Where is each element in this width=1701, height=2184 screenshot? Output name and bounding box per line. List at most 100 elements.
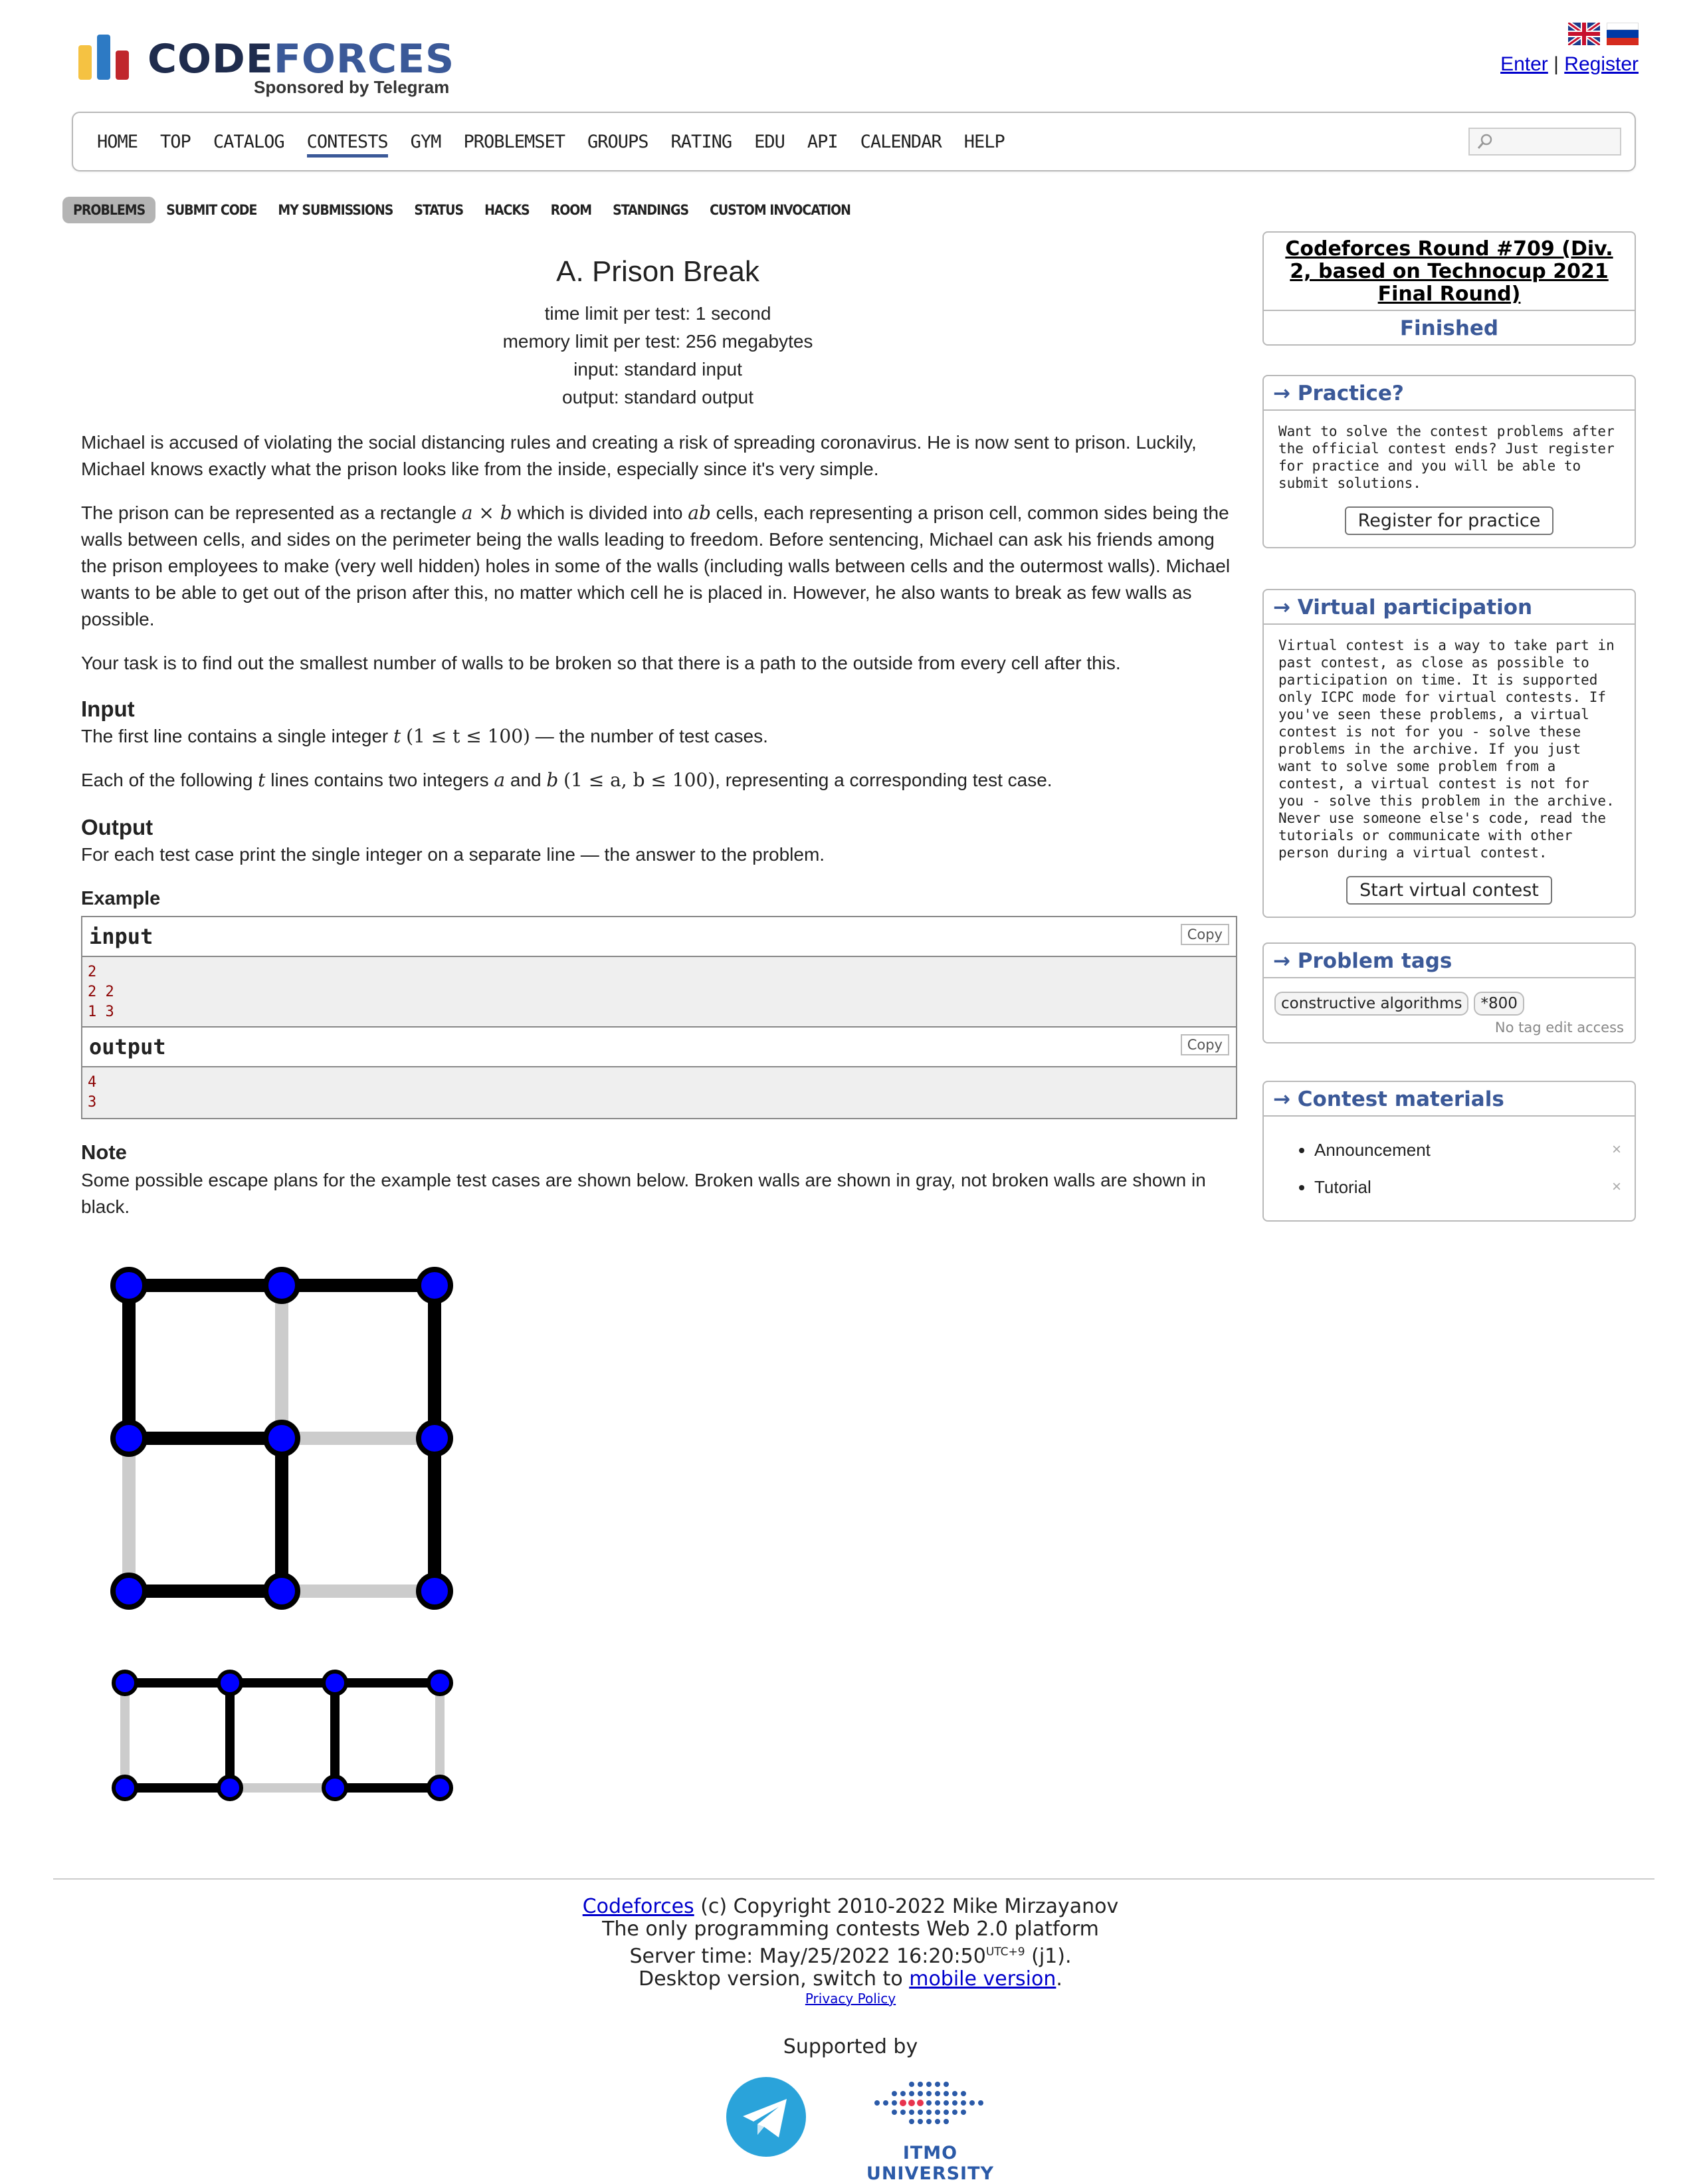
menu-item-edu[interactable]: EDU (754, 132, 785, 158)
menu-item-problemset[interactable]: PROBLEMSET (463, 132, 565, 158)
main-menu: HOME TOP CATALOG CONTESTS GYM PROBLEMSET GROUP… (72, 112, 1636, 171)
register-for-practice-button[interactable]: Register for practice (1344, 506, 1554, 535)
itmo-label: ITMO UNIVERSITY (866, 2143, 995, 2184)
itmo-dot (944, 2091, 949, 2096)
sample-test: input Copy 2 2 2 1 3 output Copy 4 3 (81, 916, 1237, 1119)
itmo-dot (961, 2110, 966, 2115)
itmo-dot (961, 2091, 966, 2096)
russian-flag-icon[interactable] (1607, 23, 1639, 45)
material-link[interactable]: Tutorial (1314, 1177, 1371, 1197)
privacy-policy-link[interactable]: Privacy Policy (805, 1991, 896, 2007)
material-close-icon[interactable]: × (1612, 1131, 1621, 1168)
material-item: Announcement × (1314, 1131, 1621, 1168)
itmo-dot (952, 2100, 957, 2106)
menu-item-calendar[interactable]: CALENDAR (860, 132, 942, 158)
itmo-dot (978, 2100, 983, 2106)
in2-math-b: b (546, 769, 559, 791)
tags-note: No tag edit access (1494, 1020, 1624, 1036)
input-file: input: standard input (573, 359, 742, 380)
footer-copyright: (c) Copyright 2010-2022 Mike Mirzayanov (694, 1895, 1119, 1918)
itmo-dot (961, 2100, 966, 2106)
tab-status[interactable]: STATUS (403, 197, 474, 223)
in2-text-b: lines contains two integers (265, 770, 494, 790)
search-icon (1477, 134, 1492, 149)
search-input[interactable] (1468, 128, 1621, 156)
p2-text-b: which is divided into (512, 502, 688, 523)
copy-input-button[interactable]: Copy (1180, 924, 1229, 945)
menu-item-groups[interactable]: GROUPS (587, 132, 649, 158)
tab-problems[interactable]: PROBLEMS (62, 197, 156, 223)
itmo-dot (969, 2100, 975, 2106)
tab-standings[interactable]: STANDINGS (602, 197, 699, 223)
time-limit: time limit per test: 1 second (544, 303, 771, 324)
footer-tagline: The only programming contests Web 2.0 pl… (602, 1917, 1099, 1941)
itmo-dot (944, 2119, 949, 2124)
output-heading: Output (81, 815, 153, 839)
itmo-dot (900, 2110, 906, 2115)
practice-text: Want to solve the contest problems after… (1278, 423, 1615, 491)
material-close-icon[interactable]: × (1612, 1168, 1621, 1206)
itmo-logo[interactable]: ITMO UNIVERSITY (844, 2076, 1017, 2184)
in2-math-a: a (494, 769, 506, 791)
menu-item-top[interactable]: TOP (160, 132, 191, 158)
footer-codeforces-link[interactable]: Codeforces (583, 1895, 694, 1918)
register-link[interactable]: Register (1564, 53, 1639, 75)
mobile-version-link[interactable]: mobile version (909, 1967, 1056, 1991)
tab-hacks[interactable]: HACKS (474, 197, 540, 223)
tab-my-submissions[interactable]: MY SUBMISSIONS (267, 197, 403, 223)
itmo-dot (874, 2100, 880, 2106)
telegram-logo-icon[interactable] (726, 2076, 807, 2161)
itmo-dot (892, 2100, 897, 2106)
menu-item-api[interactable]: API (807, 132, 839, 158)
problem-tag[interactable]: constructive algorithms (1274, 992, 1469, 1016)
sample-input-label: input (89, 924, 153, 949)
desktop-version-text: Desktop version, switch to (639, 1967, 910, 1991)
p2-text-a: The prison can be represented as a recta… (81, 502, 462, 523)
materials-title: → Contest materials (1264, 1082, 1635, 1117)
itmo-dot (926, 2082, 932, 2087)
contest-name-link[interactable]: Codeforces Round #709 (Div. 2, based on … (1285, 237, 1613, 306)
contest-materials-box: → Contest materials Announcement × Tutoria… (1262, 1081, 1636, 1222)
footer-divider (53, 1878, 1654, 1880)
english-flag-icon[interactable] (1568, 23, 1600, 45)
in1-math-t: t (393, 725, 401, 747)
sample-output-label: output (89, 1034, 166, 1059)
material-link[interactable]: Announcement (1314, 1140, 1431, 1160)
menu-item-gym[interactable]: GYM (411, 132, 442, 158)
logo-text-forces: FORCES (273, 36, 455, 82)
copy-output-button[interactable]: Copy (1180, 1034, 1229, 1055)
menu-item-contests[interactable]: CONTESTS (306, 132, 389, 158)
output-file: output: standard output (562, 387, 753, 407)
problem-tags-box: → Problem tags constructive algorithms *8… (1262, 942, 1636, 1043)
enter-link[interactable]: Enter (1500, 53, 1548, 75)
itmo-dot (935, 2119, 940, 2124)
itmo-dot (908, 2100, 915, 2106)
menu-item-help[interactable]: HELP (964, 132, 1005, 158)
problem-tag[interactable]: *800 (1474, 992, 1524, 1016)
menu-item-rating[interactable]: RATING (671, 132, 733, 158)
itmo-dot (909, 2110, 914, 2115)
itmo-dot (883, 2100, 888, 2106)
tab-room[interactable]: ROOM (540, 197, 602, 223)
contest-tabs: PROBLEMS SUBMIT CODE MY SUBMISSIONS STATUS H… (62, 197, 861, 223)
contest-info-box: Codeforces Round #709 (Div. 2, based on … (1262, 231, 1636, 346)
menu-item-home[interactable]: HOME (97, 132, 138, 158)
itmo-dot (900, 2091, 906, 2096)
itmo-dot (918, 2091, 923, 2096)
tab-custom-invocation[interactable]: CUSTOM INVOCATION (699, 197, 861, 223)
codeforces-logo[interactable]: CODEFORCES Sponsored by Telegram (74, 29, 454, 102)
tab-submit-code[interactable]: SUBMIT CODE (155, 197, 267, 223)
itmo-dot (926, 2110, 932, 2115)
note-paragraph: Some possible escape plans for the examp… (81, 1170, 1206, 1217)
in2-text-c: and (505, 770, 547, 790)
example-heading: Example (81, 888, 161, 909)
itmo-dot (892, 2091, 897, 2096)
p2-math-ab: ab (688, 502, 711, 524)
logo-sponsor: Sponsored by Telegram (254, 77, 450, 97)
start-virtual-contest-button[interactable]: Start virtual contest (1346, 876, 1552, 905)
itmo-dot (935, 2110, 940, 2115)
problem-title: A. Prison Break (556, 255, 759, 288)
input-paragraph-2: Each of the following t lines contains t… (81, 767, 1237, 794)
itmo-dot (909, 2091, 914, 2096)
menu-item-catalog[interactable]: CATALOG (213, 132, 285, 158)
